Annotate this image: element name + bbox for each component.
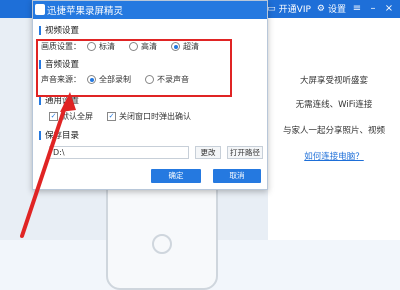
change-path-button[interactable]: 更改 [195, 146, 221, 159]
fullscreen-checkbox[interactable]: ✓ 默认全屏 [49, 111, 93, 122]
open-path-button[interactable]: 打开路径 [227, 146, 263, 159]
promo-panel: 大屏享受视听盛宴 无需连线、WiFi连接 与家人一起分享照片、视频 如何连接电脑… [268, 18, 400, 240]
home-button-icon [152, 234, 172, 254]
vip-label: 开通VIP [278, 5, 311, 15]
topbar-actions: ▭ 开通VIP ⚙ 设置 ≡ – × [267, 2, 394, 15]
settings-label: 设置 [327, 5, 346, 15]
save-section-label: 保存目录 [45, 131, 80, 141]
settings-button[interactable]: ⚙ 设置 [316, 2, 346, 16]
promo-line-1: 大屏享受视听盛宴 [299, 76, 368, 86]
cancel-button[interactable]: 取消 [213, 169, 261, 183]
how-to-connect-link[interactable]: 如何连接电脑？ [268, 150, 400, 162]
checkbox-icon[interactable]: ✓ [49, 112, 58, 121]
dialog-title: 迅捷苹果录屏精灵 [47, 6, 124, 17]
close-confirm-checkbox[interactable]: ✓ 关闭窗口时弹出确认 [107, 111, 191, 122]
close-icon[interactable]: × [384, 3, 394, 14]
save-path-input[interactable]: D:\ [49, 146, 189, 159]
gear-icon: ⚙ [316, 3, 325, 14]
section-marker [39, 130, 41, 140]
monitor-icon: ▭ [267, 3, 276, 14]
minimize-icon[interactable]: – [368, 3, 378, 14]
confirm-button[interactable]: 确定 [151, 169, 201, 183]
general-row: ✓ 默认全屏 ✓ 关闭窗口时弹出确认 [41, 111, 205, 122]
video-section-title: 视频设置 [39, 24, 79, 36]
option-label: 默认全屏 [61, 112, 93, 121]
section-marker [39, 25, 41, 35]
option-label: 关闭窗口时弹出确认 [119, 112, 191, 121]
menu-icon[interactable]: ≡ [352, 3, 362, 14]
promo-line-3: 与家人一起分享照片、视频 [282, 126, 385, 136]
dialog-titlebar: 迅捷苹果录屏精灵 [33, 1, 267, 19]
annotation-highlight-box [36, 39, 232, 97]
save-section-title: 保存目录 [39, 129, 79, 141]
promo-line-2: 无需连线、WiFi连接 [295, 100, 373, 110]
app-logo-icon [35, 4, 45, 15]
video-section-label: 视频设置 [45, 26, 80, 36]
checkbox-icon[interactable]: ✓ [107, 112, 116, 121]
vip-button[interactable]: ▭ 开通VIP [267, 2, 311, 16]
